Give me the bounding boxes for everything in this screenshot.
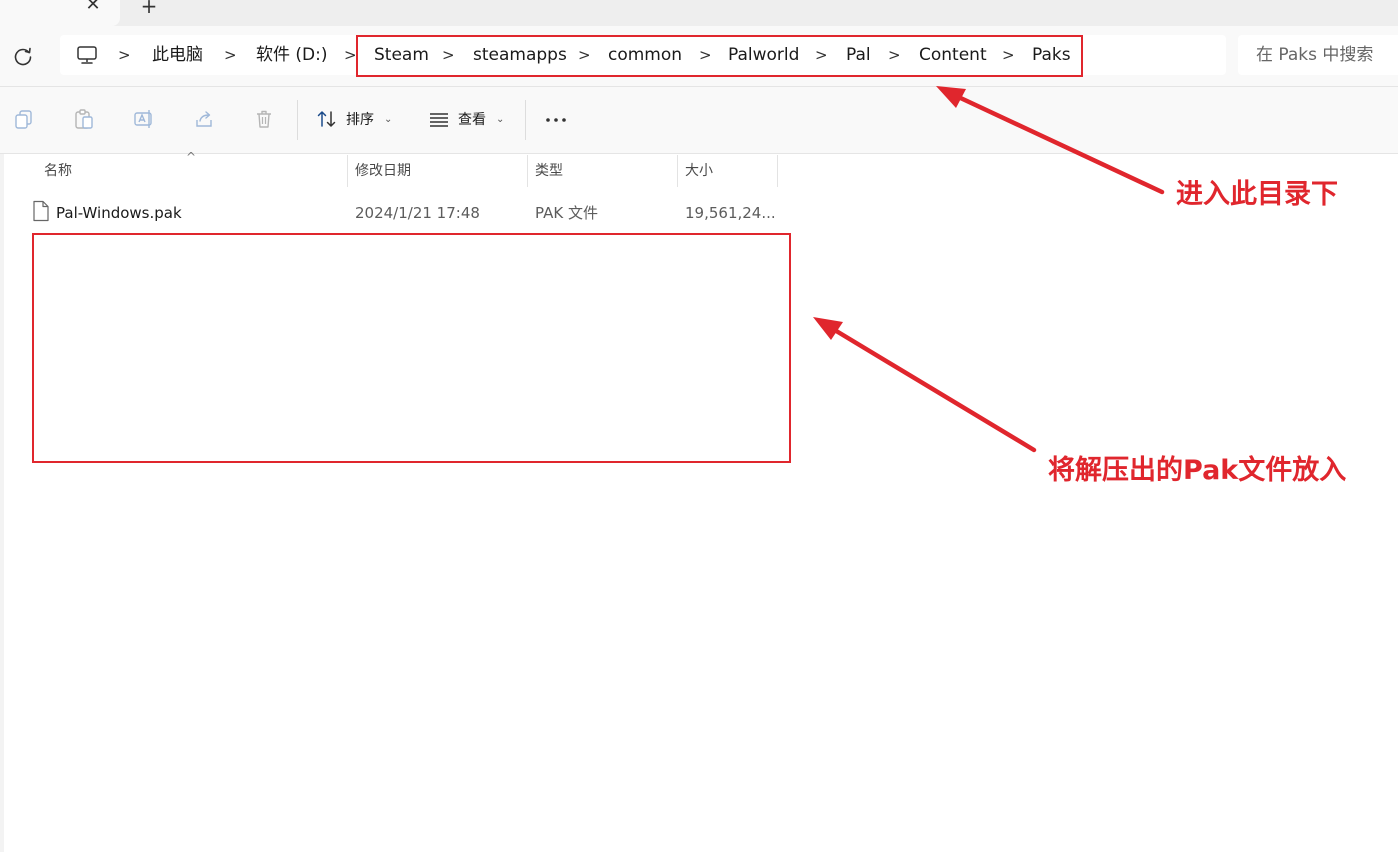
annotation-enter-directory: 进入此目录下 xyxy=(1176,179,1338,210)
annotation-place-pak: 将解压出的Pak文件放入 xyxy=(1048,455,1347,486)
annotation-arrows xyxy=(813,86,1165,453)
